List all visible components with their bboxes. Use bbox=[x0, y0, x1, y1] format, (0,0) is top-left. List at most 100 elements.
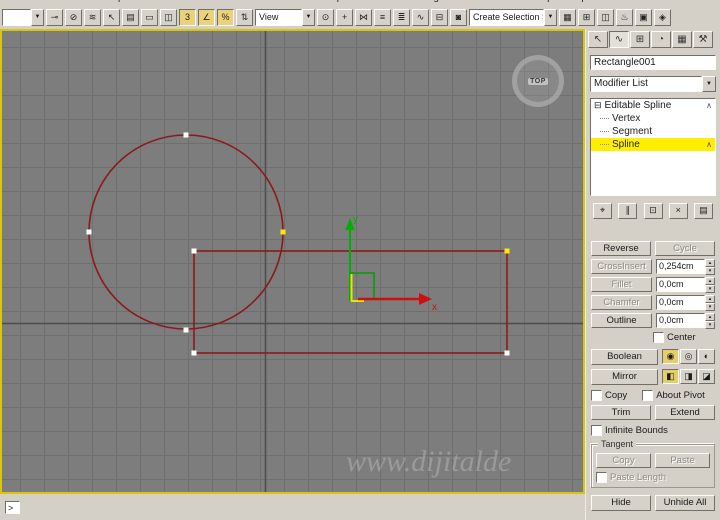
tab-display[interactable]: ▦ bbox=[672, 31, 692, 48]
outline-button[interactable]: Outline bbox=[591, 313, 652, 328]
select-object-icon[interactable]: ↖ bbox=[103, 8, 120, 26]
object-name-field[interactable]: Rectangle001 bbox=[590, 55, 716, 70]
fillet-value[interactable]: 0,0cm bbox=[656, 277, 705, 292]
maxscript-mini-listener[interactable]: > bbox=[5, 501, 20, 514]
render-frame-icon[interactable]: ▣ bbox=[635, 8, 652, 26]
window-crossing-icon[interactable]: ◫ bbox=[160, 8, 177, 26]
vertex-handle[interactable] bbox=[183, 132, 189, 138]
percent-snap-icon[interactable]: % bbox=[217, 8, 234, 26]
about-pivot-checkbox[interactable] bbox=[642, 390, 654, 401]
circle-spline[interactable] bbox=[88, 134, 284, 330]
stack-item-editable-spline[interactable]: ⊟ Editable Spline ∧ bbox=[591, 99, 715, 112]
curve-editor-icon[interactable]: ∿ bbox=[412, 8, 429, 26]
render-setup-icon[interactable]: ♨ bbox=[616, 8, 633, 26]
fillet-spinner[interactable]: 0,0cm ▴ ▾ bbox=[656, 277, 715, 293]
spinner-up-icon[interactable]: ▴ bbox=[705, 277, 715, 285]
vertex-handle[interactable] bbox=[504, 350, 510, 356]
named-selections-icon[interactable]: ▦ bbox=[559, 8, 576, 26]
combo-arrow-icon[interactable]: ▼ bbox=[302, 8, 315, 26]
layer-manager-icon[interactable]: ≣ bbox=[393, 8, 410, 26]
collapse-icon[interactable]: ⊟ bbox=[594, 99, 602, 112]
mirror-button[interactable]: Mirror bbox=[591, 369, 658, 385]
crossinsert-spinner[interactable]: 0,254cm ▴ ▾ bbox=[656, 259, 715, 275]
stack-item-vertex[interactable]: Vertex bbox=[591, 112, 715, 125]
hide-button[interactable]: Hide bbox=[591, 495, 651, 511]
named-selection-combo[interactable]: ▼ bbox=[2, 8, 44, 26]
configure-modifier-sets-icon[interactable]: ▤ bbox=[694, 203, 713, 219]
align-tool-icon[interactable]: ≡ bbox=[374, 8, 391, 26]
outline-value[interactable]: 0,0cm bbox=[656, 313, 705, 328]
spinner-down-icon[interactable]: ▾ bbox=[705, 267, 715, 275]
tab-motion[interactable]: ◔ bbox=[651, 31, 671, 48]
chamfer-button[interactable]: Chamfer bbox=[591, 295, 652, 310]
mirror-vertical-icon[interactable]: ◨ bbox=[680, 369, 697, 384]
material-editor-icon[interactable]: ◙ bbox=[450, 8, 467, 26]
spinner-down-icon[interactable]: ▾ bbox=[705, 285, 715, 293]
snap-toggle-icon[interactable]: 3 bbox=[179, 8, 196, 26]
trim-button[interactable]: Trim bbox=[591, 405, 651, 420]
show-end-result-icon[interactable]: ∥ bbox=[618, 203, 638, 219]
select-region-icon[interactable]: ▭ bbox=[141, 8, 158, 26]
chamfer-value[interactable]: 0,0cm bbox=[656, 295, 705, 310]
bind-to-spacewarp-icon[interactable]: ≋ bbox=[84, 8, 101, 26]
copy-checkbox[interactable] bbox=[591, 390, 602, 401]
menu-item[interactable]: Animation bbox=[265, 0, 309, 3]
menu-item[interactable]: Rendering bbox=[393, 0, 439, 3]
mirror-tool-icon[interactable]: ⋈ bbox=[355, 8, 372, 26]
use-center-icon[interactable]: ⊙ bbox=[317, 8, 334, 26]
combo-arrow-icon[interactable]: ▼ bbox=[544, 8, 557, 26]
top-viewport[interactable]: y x TOP www.dijitalde bbox=[0, 29, 585, 494]
combo-arrow-icon[interactable]: ▼ bbox=[31, 8, 44, 26]
vertex-handle[interactable] bbox=[191, 248, 197, 254]
tab-create[interactable]: ↖ bbox=[588, 31, 608, 48]
boolean-subtract-icon[interactable]: ◎ bbox=[680, 349, 697, 364]
menu-item[interactable]: Edit bbox=[33, 0, 50, 3]
x-axis-arrowhead-icon[interactable] bbox=[419, 293, 432, 305]
menu-item[interactable]: Create bbox=[172, 0, 202, 3]
menu-item[interactable]: File bbox=[6, 0, 22, 3]
menu-item[interactable]: MAXScript bbox=[508, 0, 555, 3]
select-manipulate-icon[interactable]: + bbox=[336, 8, 353, 26]
center-checkbox[interactable] bbox=[653, 332, 664, 343]
menu-item[interactable]: Modifiers bbox=[213, 0, 254, 3]
tab-utilities[interactable]: ⚒ bbox=[693, 31, 713, 48]
boolean-button[interactable]: Boolean bbox=[591, 349, 658, 365]
menu-item[interactable]: Tools bbox=[61, 0, 84, 3]
paste-length-checkbox[interactable] bbox=[596, 472, 607, 483]
cycle-button[interactable]: Cycle bbox=[655, 241, 715, 256]
reference-coordsys-value[interactable]: View bbox=[255, 8, 302, 26]
spinner-up-icon[interactable]: ▴ bbox=[705, 313, 715, 321]
unhide-all-button[interactable]: Unhide All bbox=[655, 495, 715, 511]
stack-item-segment[interactable]: Segment bbox=[591, 125, 715, 138]
array-tool-icon[interactable]: ⊞ bbox=[578, 8, 595, 26]
schematic-view-icon[interactable]: ⊟ bbox=[431, 8, 448, 26]
chamfer-spinner[interactable]: 0,0cm ▴ ▾ bbox=[656, 295, 715, 311]
select-and-link-icon[interactable]: ⊸ bbox=[46, 8, 63, 26]
menu-item[interactable]: Views bbox=[135, 0, 162, 3]
unlink-selection-icon[interactable]: ⊘ bbox=[65, 8, 82, 26]
tangent-paste-button[interactable]: Paste bbox=[655, 453, 710, 468]
extend-button[interactable]: Extend bbox=[655, 405, 715, 420]
quick-render-icon[interactable]: ◈ bbox=[654, 8, 671, 26]
make-unique-icon[interactable]: ⊡ bbox=[643, 203, 663, 219]
view-rotation-widget[interactable]: TOP bbox=[512, 55, 564, 107]
menu-item[interactable]: Customize bbox=[450, 0, 497, 3]
crossinsert-value[interactable]: 0,254cm bbox=[656, 259, 705, 274]
xy-plane-handle[interactable] bbox=[350, 272, 375, 299]
snapshot-icon[interactable]: ◫ bbox=[597, 8, 614, 26]
spinner-up-icon[interactable]: ▴ bbox=[705, 259, 715, 267]
stack-item-spline[interactable]: Spline ∧ bbox=[591, 138, 715, 151]
vertex-handle[interactable] bbox=[191, 350, 197, 356]
vertex-handle[interactable] bbox=[86, 229, 92, 235]
fillet-button[interactable]: Fillet bbox=[591, 277, 652, 292]
infinite-bounds-checkbox[interactable] bbox=[591, 425, 602, 436]
spinner-snap-icon[interactable]: ⇅ bbox=[236, 8, 253, 26]
tab-modify[interactable]: ∿ bbox=[609, 31, 629, 48]
vertex-handle[interactable] bbox=[183, 327, 189, 333]
mirror-horizontal-icon[interactable]: ◧ bbox=[662, 369, 679, 384]
boolean-union-icon[interactable]: ◉ bbox=[662, 349, 679, 364]
selected-vertex-handle[interactable] bbox=[504, 248, 510, 254]
angle-snap-icon[interactable]: ∠ bbox=[198, 8, 215, 26]
reference-coordsys-combo[interactable]: View ▼ bbox=[255, 8, 315, 26]
outline-spinner[interactable]: 0,0cm ▴ ▾ bbox=[656, 313, 715, 329]
